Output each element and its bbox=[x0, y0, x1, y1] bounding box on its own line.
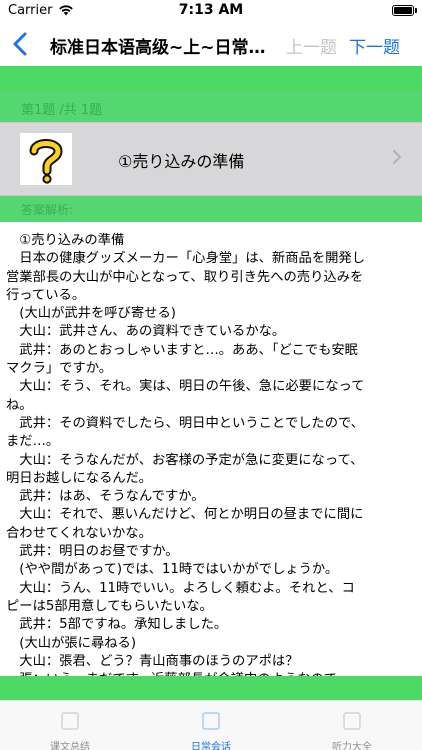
answer-analysis-label: 答案解析: bbox=[21, 203, 74, 217]
navigation-bar: 标准日本语高级~上~日常… 上一题 下一题 bbox=[0, 22, 422, 66]
book-icon bbox=[61, 712, 79, 730]
content-line: 大山：そう、それ。実は、明日の午後、急に必要になって bbox=[6, 379, 365, 395]
content-line: ①売り込みの準備 bbox=[6, 233, 125, 248]
tab-daily-conversation-label: 日常会话 bbox=[191, 742, 231, 750]
content-line: マクラ」ですか。 bbox=[6, 361, 113, 377]
answer-content: ①売り込みの準備 日本の健康グッズメーカー「心身堂」は、新商品を開発し 営業部長の… bbox=[0, 222, 422, 676]
header-divider bbox=[0, 66, 422, 92]
content-line: 大山：それで、悪いんだけど、何とか明日の昼までに間に bbox=[6, 507, 364, 523]
question-title: ①売り込みの準備 bbox=[118, 152, 245, 171]
tab-summary-label: 课文总结 bbox=[50, 742, 90, 750]
next-question-button[interactable]: 下一题 bbox=[349, 33, 400, 58]
status-bar: Carrier 7:13 AM bbox=[0, 0, 422, 22]
content-line: 武井：あのとおっしゃいますと…。ああ、「どこでも安眠 bbox=[6, 342, 358, 358]
clock-time: 7:13 AM bbox=[178, 2, 244, 18]
question-row[interactable]: ①売り込みの準備 bbox=[0, 122, 422, 196]
answer-analysis-header: 答案解析: bbox=[0, 196, 422, 222]
content-line: 大山：武井さん、あの資料できているかな。 bbox=[6, 324, 286, 340]
content-line: (やや間があって)では、11時ではいかがでしょうか。 bbox=[6, 562, 339, 578]
content-line: 明日お越しになるんだ。 bbox=[6, 470, 152, 486]
content-line: ね。 bbox=[6, 397, 33, 413]
tab-bar: 课文总结 日常会话 听力大全 bbox=[0, 700, 422, 750]
content-line: 行っている。 bbox=[6, 287, 86, 303]
content-line: (大山が武井を呼び寄せる) bbox=[6, 306, 176, 322]
content-line: 武井：5部ですね。承知しました。 bbox=[6, 617, 228, 633]
headphones-icon bbox=[343, 712, 361, 730]
content-line: まだ…。 bbox=[6, 434, 60, 450]
content-line: 合わせてくれないかな。 bbox=[6, 525, 152, 541]
content-line: 大山：そうなんだが、お客様の予定が急に変更になって、 bbox=[6, 452, 364, 468]
tab-listening-label: 听力大全 bbox=[332, 742, 372, 750]
battery-icon bbox=[392, 5, 414, 16]
chevron-right-icon bbox=[393, 150, 401, 164]
question-mark-icon bbox=[20, 133, 72, 185]
content-line: ピーは5部用意してもらいたいな。 bbox=[6, 598, 213, 614]
content-line: 日本の健康グッズメーカー「心身堂」は、新商品を開発し bbox=[6, 251, 366, 267]
content-line: 営業部長の大山が中心となって、取り引き先への売り込みを bbox=[6, 269, 364, 285]
content-line: 大山：うん、11時でいい。よろしく頼むよ。それと、コ bbox=[6, 580, 355, 596]
content-line: 武井：明日のお昼ですか。 bbox=[6, 544, 179, 560]
chat-icon bbox=[202, 712, 220, 730]
back-chevron-icon[interactable] bbox=[8, 30, 34, 58]
question-counter-row: 第1题 /共 1题 bbox=[0, 92, 422, 122]
content-line: 大山：張君、どう？青山商事のほうのアポは？ bbox=[6, 653, 299, 669]
question-counter: 第1题 /共 1题 bbox=[21, 103, 103, 118]
battery-tip bbox=[415, 8, 417, 13]
content-line: (大山が張に尋ねる) bbox=[6, 635, 137, 651]
content-line: 武井：はあ、そうなんですか。 bbox=[6, 489, 205, 505]
previous-question-button[interactable]: 上一题 bbox=[286, 33, 337, 58]
bottom-divider bbox=[0, 676, 422, 700]
content-line: 武井：その資料でしたら、明日中ということでしたので、 bbox=[6, 415, 365, 431]
page-title: 标准日本语高级~上~日常… bbox=[50, 38, 266, 58]
